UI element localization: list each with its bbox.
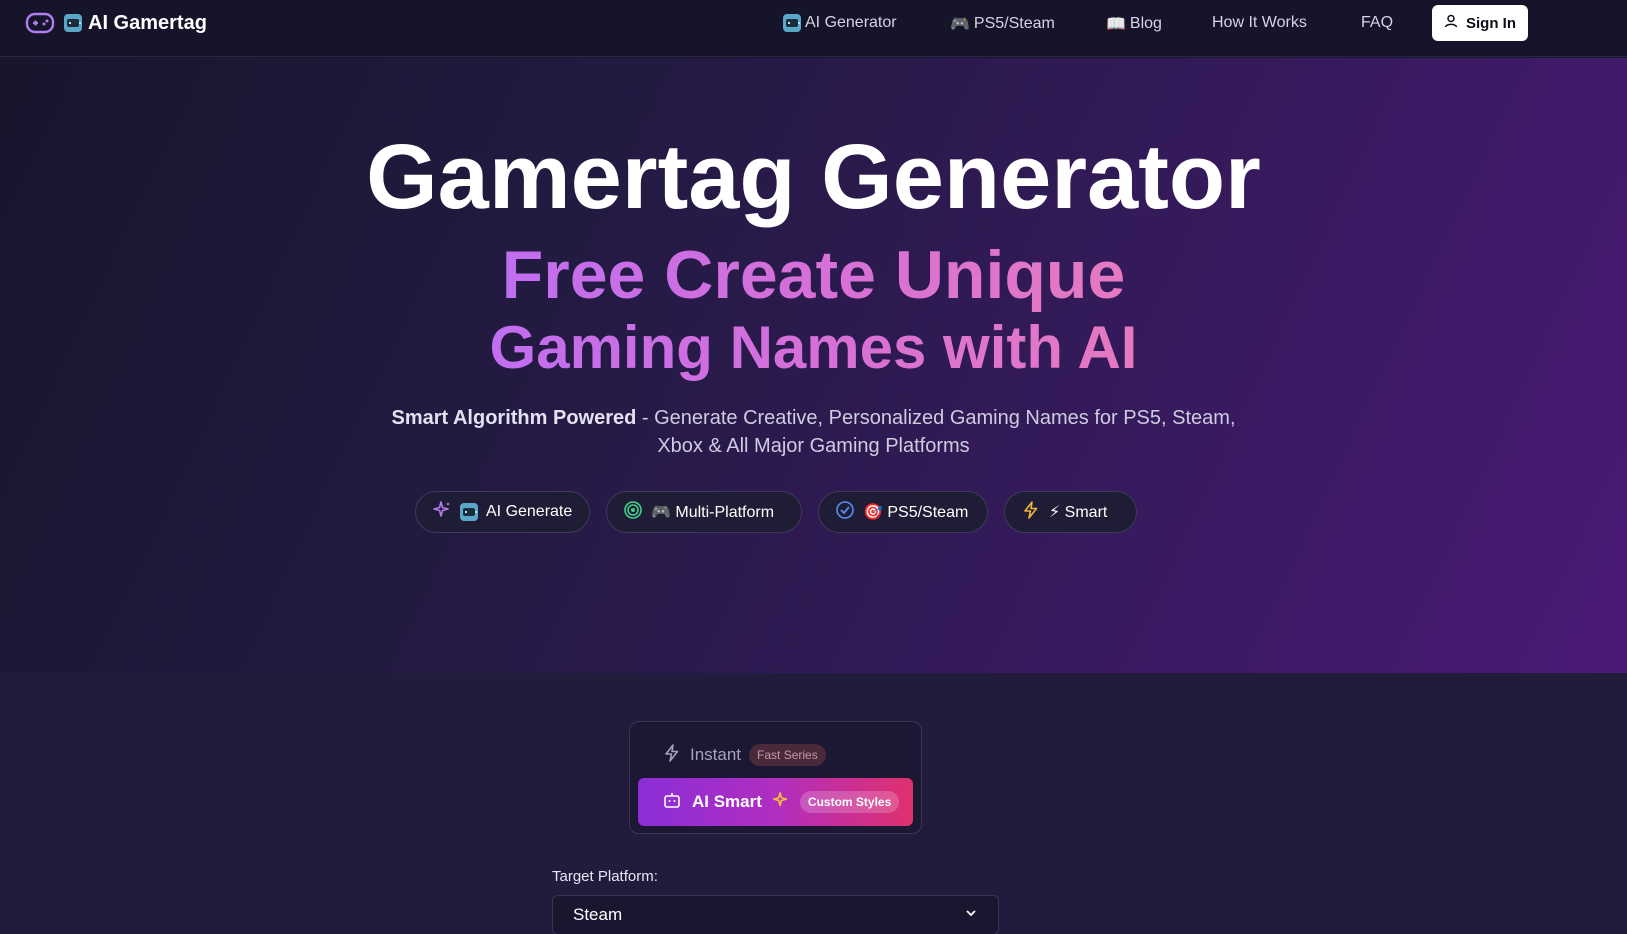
check-circle-icon [835, 500, 855, 525]
feature-pill-label: 🎯 PS5/Steam [863, 504, 969, 521]
bolt-icon [1021, 500, 1041, 525]
nav-link-blog[interactable]: 📖 Blog [1106, 14, 1162, 34]
gamepad-icon [24, 8, 56, 38]
nav-link-ps5-steam[interactable]: 🎮 PS5/Steam [950, 14, 1055, 34]
hero-subtitle-text: Free Create Unique [501, 237, 1126, 313]
nav-link-faq[interactable]: FAQ [1361, 14, 1393, 32]
target-platform-value: Steam [573, 905, 623, 924]
mode-instant-label: Instant [690, 745, 742, 764]
mode-instant-badge: Fast Series [749, 744, 826, 766]
hero-subtitle-line1: Free Create Unique [0, 236, 1627, 314]
feature-pill-smart: ⚡ Smart [1004, 491, 1137, 533]
robot-outline-icon [662, 790, 682, 815]
page-title: Gamertag Generator [366, 126, 1261, 228]
user-icon [1444, 14, 1458, 32]
nav-link-label: AI Generator [805, 14, 897, 31]
brand-name: AI Gamertag [88, 11, 207, 34]
sign-in-label: Sign In [1466, 14, 1516, 32]
hero-description: Smart Algorithm Powered - Generate Creat… [0, 404, 1627, 460]
feature-pill-label: ⚡ Smart [1049, 504, 1108, 521]
mode-ai-smart-button[interactable]: AI Smart Custom Styles [638, 778, 913, 826]
nav-link-label: Blog [1129, 15, 1162, 32]
mode-ai-smart-badge: Custom Styles [799, 791, 900, 813]
nav-link-label: FAQ [1361, 14, 1394, 31]
bolt-icon [662, 743, 682, 768]
gamepad-emoji-icon: 🎮 [950, 16, 970, 33]
nav-link-how-it-works[interactable]: How It Works [1212, 14, 1307, 32]
sparkles-icon [432, 500, 452, 525]
feature-pill-ps5-steam: 🎯 PS5/Steam [818, 491, 988, 533]
sign-in-button[interactable]: Sign In [1432, 5, 1528, 41]
feature-pill-multi-platform: 🎮 Multi-Platform [606, 491, 802, 533]
mode-instant-button[interactable]: Instant Fast Series [662, 742, 826, 768]
robot-icon [783, 14, 801, 32]
top-navbar: AI Gamertag AI Generator 🎮 PS5/Steam 📖 B… [0, 0, 1627, 57]
target-icon [623, 500, 643, 525]
robot-icon [460, 503, 478, 521]
brand-logo[interactable]: AI Gamertag [24, 8, 207, 38]
feature-pill-label: AI Generate [486, 503, 573, 520]
sparkles-icon [772, 791, 790, 814]
hero-description-rest: - Generate Creative, Personalized Gaming… [636, 407, 1236, 429]
nav-link-ai-generator[interactable]: AI Generator [783, 14, 897, 32]
feature-pill-label: 🎮 Multi-Platform [651, 504, 775, 521]
hero-description-line2: Xbox & All Major Gaming Platforms [657, 435, 970, 457]
robot-icon [64, 14, 82, 32]
book-emoji-icon: 📖 [1106, 16, 1126, 33]
target-platform-select[interactable]: Steam [552, 895, 999, 934]
nav-link-label: PS5/Steam [973, 15, 1055, 32]
hero-subtitle-line2: Gaming Names with AI [0, 313, 1627, 382]
nav-link-label: How It Works [1212, 14, 1307, 31]
chevron-down-icon [964, 905, 978, 925]
feature-pill-ai-generate: AI Generate [415, 491, 590, 533]
hero-description-bold: Smart Algorithm Powered [391, 407, 637, 429]
hero-subtitle-text: Gaming Names with AI [489, 314, 1138, 381]
target-platform-label: Target Platform: [552, 868, 658, 885]
mode-ai-smart-label: AI Smart [692, 792, 762, 811]
